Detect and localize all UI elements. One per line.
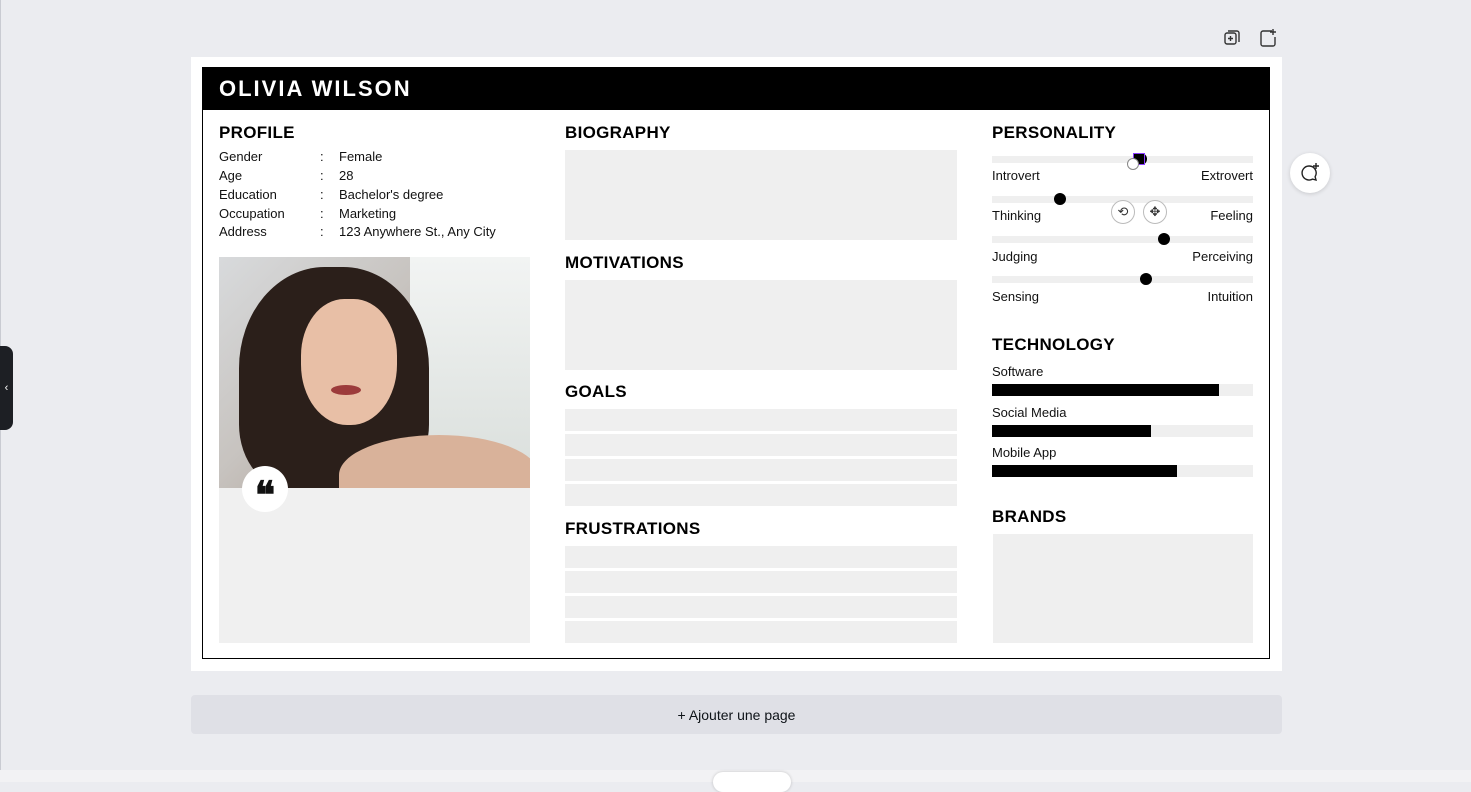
profile-sep: : <box>320 149 324 164</box>
profile-value: Female <box>339 149 383 164</box>
rotate-icon[interactable]: ⟲ <box>1111 200 1135 224</box>
profile-key: Age <box>219 168 243 183</box>
profile-sep: : <box>320 168 324 183</box>
tech-bar-track[interactable] <box>992 465 1253 477</box>
trait-left-label: Thinking <box>992 208 1042 223</box>
photo-face <box>301 299 397 425</box>
brands-placeholder[interactable] <box>993 534 1253 643</box>
personality-slider-track[interactable] <box>992 276 1253 283</box>
duplicate-page-icon[interactable] <box>1222 28 1242 48</box>
goal-line[interactable] <box>565 434 957 456</box>
technology-title[interactable]: TECHNOLOGY <box>992 335 1115 355</box>
profile-title[interactable]: PROFILE <box>219 123 295 143</box>
quote-icon: ❝ <box>242 466 288 514</box>
profile-value: Bachelor's degree <box>339 187 444 202</box>
page-controls-pill[interactable] <box>713 772 791 792</box>
motivations-placeholder[interactable] <box>565 280 957 370</box>
personality-slider-track[interactable] <box>992 156 1253 163</box>
profile-key: Gender <box>219 149 263 164</box>
personality-slider-track[interactable] <box>992 236 1253 243</box>
tech-bar-fill <box>992 384 1220 396</box>
profile-key: Address <box>219 224 267 239</box>
personality-slider-knob[interactable] <box>1158 233 1171 245</box>
rotate-handle[interactable] <box>1127 158 1139 170</box>
trait-left-label: Sensing <box>992 289 1039 304</box>
add-comment-icon <box>1301 163 1319 181</box>
persona-photo[interactable] <box>219 257 530 488</box>
profile-sep: : <box>320 224 324 239</box>
brands-title[interactable]: BRANDS <box>992 507 1067 527</box>
personality-title[interactable]: PERSONALITY <box>992 123 1116 143</box>
photo-lips <box>331 385 361 395</box>
persona-frame: OLIVIA WILSON PROFILE Gender : Female Ag… <box>202 67 1270 659</box>
motivations-title[interactable]: MOTIVATIONS <box>565 253 684 273</box>
goal-line[interactable] <box>565 409 957 431</box>
add-page-icon[interactable] <box>1258 28 1278 48</box>
trait-right-label: Perceiving <box>1192 249 1253 264</box>
profile-value: 123 Anywhere St., Any City <box>339 224 496 239</box>
goal-line[interactable] <box>565 484 957 506</box>
trait-right-label: Feeling <box>1210 208 1253 223</box>
chevron-left-icon: ‹ <box>4 382 9 394</box>
trait-right-label: Extrovert <box>1200 168 1253 183</box>
tech-label: Social Media <box>992 405 1067 420</box>
move-icon[interactable]: ✥ <box>1143 200 1167 224</box>
personality-slider-knob[interactable] <box>1139 273 1152 285</box>
goals-title[interactable]: GOALS <box>565 382 627 402</box>
biography-title[interactable]: BIOGRAPHY <box>565 123 671 143</box>
trait-right-label: Intuition <box>1207 289 1253 304</box>
goal-line[interactable] <box>565 459 957 481</box>
frustration-line[interactable] <box>565 596 957 618</box>
add-comment-button[interactable] <box>1290 153 1330 193</box>
frustrations-title[interactable]: FRUSTRATIONS <box>565 519 701 539</box>
personality-slider-knob[interactable] <box>1053 193 1066 205</box>
profile-row-education[interactable]: Education : Bachelor's degree <box>219 187 529 206</box>
tech-label: Software <box>992 364 1044 379</box>
tech-bar-track[interactable] <box>992 384 1253 396</box>
profile-sep: : <box>320 206 324 221</box>
frustration-line[interactable] <box>565 571 957 593</box>
profile-row-gender[interactable]: Gender : Female <box>219 149 529 168</box>
tech-label: Mobile App <box>992 445 1057 460</box>
collapse-panel-handle[interactable]: ‹ <box>0 346 13 430</box>
trait-left-label: Introvert <box>992 168 1040 183</box>
profile-sep: : <box>320 187 324 202</box>
profile-row-age[interactable]: Age : 28 <box>219 168 529 187</box>
persona-page[interactable]: OLIVIA WILSON PROFILE Gender : Female Ag… <box>191 57 1282 671</box>
profile-value: 28 <box>339 168 354 183</box>
profile-row-occupation[interactable]: Occupation : Marketing <box>219 206 529 225</box>
profile-row-address[interactable]: Address : 123 Anywhere St., Any City <box>219 224 529 243</box>
name-header: OLIVIA WILSON <box>203 68 1269 110</box>
persona-name[interactable]: OLIVIA WILSON <box>219 76 412 102</box>
tech-bar-fill <box>992 465 1178 477</box>
add-page-button[interactable]: + Ajouter une page <box>191 695 1282 734</box>
profile-key: Education <box>219 187 277 202</box>
frustration-line[interactable] <box>565 546 957 568</box>
trait-left-label: Judging <box>992 249 1038 264</box>
tech-bar-track[interactable] <box>992 425 1253 437</box>
biography-placeholder[interactable] <box>565 150 957 240</box>
profile-key: Occupation <box>219 206 285 221</box>
tech-bar-fill <box>992 425 1152 437</box>
profile-value: Marketing <box>339 206 397 221</box>
frustration-line[interactable] <box>565 621 957 643</box>
